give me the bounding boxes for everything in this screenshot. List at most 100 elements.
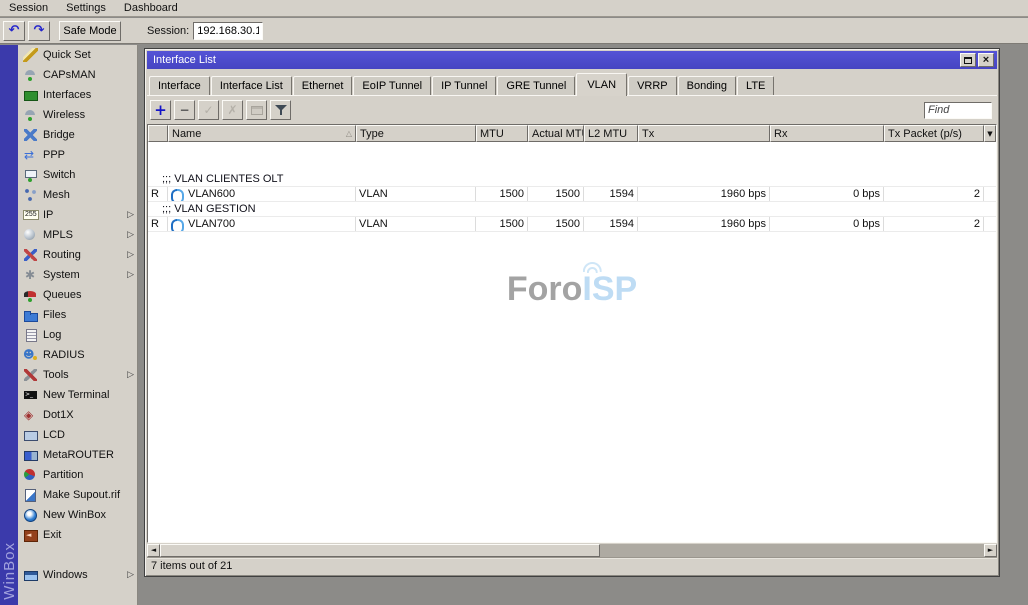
tab-eoip-tunnel[interactable]: EoIP Tunnel	[353, 76, 432, 95]
sidebar-item-label: Windows	[43, 569, 88, 581]
sidebar-item-ppp[interactable]: PPP	[18, 145, 137, 165]
main-toolbar: ↶ ↷ Safe Mode Session:	[0, 18, 1028, 44]
tab-ethernet[interactable]: Ethernet	[292, 76, 353, 95]
tab-vrrp[interactable]: VRRP	[628, 76, 677, 95]
sidebar-item-exit[interactable]: Exit	[18, 525, 137, 545]
sidebar-item-new-terminal[interactable]: New Terminal	[18, 385, 137, 405]
filter-funnel-icon	[274, 104, 287, 116]
redo-button[interactable]: ↷	[28, 20, 50, 41]
table-header-row: Name △ Type MTU Actual MTU L2 MTU Tx Rx Tx Packe…	[148, 125, 996, 142]
window-titlebar[interactable]: Interface List ×	[147, 51, 997, 69]
undo-button[interactable]: ↶	[3, 20, 25, 41]
enable-button[interactable]: ✓	[198, 100, 219, 120]
close-button[interactable]: ×	[978, 53, 994, 67]
scrollbar-track[interactable]	[600, 544, 984, 557]
tab-gre-tunnel[interactable]: GRE Tunnel	[497, 76, 576, 95]
scrollbar-thumb[interactable]	[160, 544, 600, 557]
chevron-right-icon: ▷	[127, 270, 134, 280]
column-header-mtu[interactable]: MTU	[476, 125, 528, 142]
sidebar-item-windows[interactable]: Windows ▷	[18, 565, 137, 585]
scroll-right-button[interactable]: ►	[984, 544, 997, 557]
sidebar-item-files[interactable]: Files	[18, 305, 137, 325]
interface-row-vlan600[interactable]: R VLAN600 VLAN 1500 1500 1594 1960 bps 0 bps 2	[148, 187, 996, 202]
disable-button[interactable]: ✗	[222, 100, 243, 120]
sidebar-item-dot1x[interactable]: Dot1X	[18, 405, 137, 425]
column-header-name[interactable]: Name △	[168, 125, 356, 142]
sidebar-item-switch[interactable]: Switch	[18, 165, 137, 185]
column-picker-button[interactable]: ▼	[984, 125, 996, 142]
sidebar-item-queues[interactable]: Queues	[18, 285, 137, 305]
sidebar-item-label: LCD	[43, 429, 66, 441]
menu-session[interactable]: Session	[0, 0, 57, 17]
maximize-button[interactable]	[960, 53, 976, 67]
winbox-brand-strip: WinBox	[0, 45, 18, 605]
scroll-left-button[interactable]: ◄	[147, 544, 160, 557]
sidebar-item-make-supout-rif[interactable]: Make Supout.rif	[18, 485, 137, 505]
column-header-flags[interactable]	[148, 125, 168, 142]
sidebar-item-lcd[interactable]: LCD	[18, 425, 137, 445]
sidebar-item-label: Quick Set	[43, 49, 91, 61]
tab-interface[interactable]: Interface	[149, 76, 210, 95]
tab-lte[interactable]: LTE	[737, 76, 775, 95]
sidebar-item-capsman[interactable]: CAPsMAN	[18, 65, 137, 85]
safe-mode-button[interactable]: Safe Mode	[59, 20, 121, 41]
comment-text: ;;; VLAN GESTION	[162, 203, 256, 215]
sidebar-item-label: Queues	[43, 289, 82, 301]
sidebar-item-wireless[interactable]: Wireless	[18, 105, 137, 125]
sidebar-item-routing[interactable]: Routing ▷	[18, 245, 137, 265]
sidebar-item-mesh[interactable]: Mesh	[18, 185, 137, 205]
sidebar-item-bridge[interactable]: Bridge	[18, 125, 137, 145]
chevron-right-icon: ▷	[127, 250, 134, 260]
sidebar-item-label: Dot1X	[43, 409, 74, 421]
interface-row-vlan700[interactable]: R VLAN700 VLAN 1500 1500 1594 1960 bps 0 bps 2	[148, 217, 996, 232]
interface-name: VLAN700	[188, 218, 236, 230]
sidebar-item-system[interactable]: System ▷	[18, 265, 137, 285]
horizontal-scrollbar[interactable]: ◄ ►	[147, 544, 997, 557]
tab-vlan[interactable]: VLAN	[576, 73, 628, 96]
comment-group-row[interactable]: ;;; VLAN GESTION	[148, 202, 996, 217]
l2-mtu-cell: 1594	[584, 217, 638, 231]
tab-bonding[interactable]: Bonding	[677, 76, 737, 95]
partition-icon	[23, 468, 38, 482]
sidebar-item-log[interactable]: Log	[18, 325, 137, 345]
sidebar-item-new-winbox[interactable]: New WinBox	[18, 505, 137, 525]
undo-icon: ↶	[8, 23, 20, 38]
metarouter-icon	[23, 448, 38, 462]
mtu-cell: 1500	[476, 187, 528, 201]
session-input[interactable]	[193, 21, 264, 40]
tab-ip-tunnel[interactable]: IP Tunnel	[432, 76, 497, 95]
column-header-l2-mtu[interactable]: L2 MTU	[584, 125, 638, 142]
remove-button[interactable]: −	[174, 100, 195, 120]
filter-button[interactable]	[270, 100, 291, 120]
sidebar-item-label: Routing	[43, 249, 81, 261]
comment-group-row[interactable]: ;;; VLAN CLIENTES OLT	[148, 172, 996, 187]
sidebar-item-label: CAPsMAN	[43, 69, 96, 81]
tab-interface-list[interactable]: Interface List	[210, 76, 292, 95]
menu-settings[interactable]: Settings	[57, 0, 115, 17]
sidebar-item-metarouter[interactable]: MetaROUTER	[18, 445, 137, 465]
column-header-type[interactable]: Type	[356, 125, 476, 142]
menu-dashboard[interactable]: Dashboard	[115, 0, 187, 17]
type-cell: VLAN	[356, 187, 476, 201]
sidebar-item-tools[interactable]: Tools ▷	[18, 365, 137, 385]
sidebar-item-mpls[interactable]: MPLS ▷	[18, 225, 137, 245]
tools-icon	[23, 368, 38, 382]
comment-button[interactable]	[246, 100, 267, 120]
column-header-tx[interactable]: Tx	[638, 125, 770, 142]
find-input[interactable]	[924, 101, 992, 119]
sphere-icon	[23, 228, 38, 242]
terminal-icon	[23, 388, 38, 402]
sidebar-item-interfaces[interactable]: Interfaces	[18, 85, 137, 105]
bridge-icon	[23, 128, 38, 142]
sidebar-item-ip[interactable]: IP ▷	[18, 205, 137, 225]
column-header-rx[interactable]: Rx	[770, 125, 884, 142]
comment-icon	[250, 105, 263, 115]
add-button[interactable]: +	[150, 100, 171, 120]
interface-table: Name △ Type MTU Actual MTU L2 MTU Tx Rx Tx Packe…	[147, 124, 997, 543]
column-header-tx-packet-p-s[interactable]: Tx Packet (p/s)	[884, 125, 984, 142]
column-header-actual-mtu[interactable]: Actual MTU	[528, 125, 584, 142]
sidebar-item-partition[interactable]: Partition	[18, 465, 137, 485]
sidebar-item-radius[interactable]: RADIUS	[18, 345, 137, 365]
name-cell: VLAN600	[168, 187, 356, 201]
sidebar-item-quick-set[interactable]: Quick Set	[18, 45, 137, 65]
